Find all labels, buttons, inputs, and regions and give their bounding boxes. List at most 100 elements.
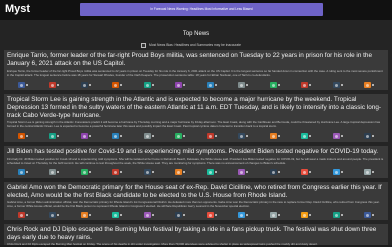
bias-dot-icon bbox=[246, 171, 249, 173]
bias-dot-icon bbox=[25, 135, 28, 137]
source-logo-icon bbox=[238, 169, 246, 175]
news-source-icon[interactable] bbox=[80, 212, 91, 218]
source-logo-icon bbox=[269, 133, 277, 139]
news-source-icon[interactable] bbox=[332, 169, 343, 175]
source-logo-icon bbox=[269, 169, 277, 175]
source-logo-icon bbox=[301, 82, 309, 88]
source-logo-icon bbox=[206, 133, 214, 139]
news-source-icon[interactable] bbox=[112, 169, 123, 175]
news-source-icon[interactable] bbox=[112, 133, 123, 139]
source-logo-icon bbox=[238, 133, 246, 139]
news-source-icon[interactable] bbox=[206, 133, 217, 139]
bias-dot-icon bbox=[88, 84, 91, 86]
news-source-icon[interactable] bbox=[269, 212, 280, 218]
news-source-icon[interactable] bbox=[301, 169, 312, 175]
news-source-icon[interactable] bbox=[49, 169, 60, 175]
news-source-icon[interactable] bbox=[301, 212, 312, 218]
source-logo-icon bbox=[175, 82, 183, 88]
source-logo-icon bbox=[175, 169, 183, 175]
news-source-icon[interactable] bbox=[301, 82, 312, 88]
news-card[interactable]: Tropical Storm Lee is gaining strength i… bbox=[4, 94, 388, 142]
news-summary: First lady Dr. Jill Biden tested positiv… bbox=[7, 157, 384, 165]
news-source-icon[interactable] bbox=[143, 82, 154, 88]
news-headline[interactable]: Gabriel Amo won the Democratic primary f… bbox=[7, 184, 385, 200]
news-source-icon[interactable] bbox=[175, 82, 186, 88]
news-source-icon[interactable] bbox=[364, 133, 375, 139]
source-logo-icon bbox=[238, 212, 246, 218]
bias-dot-icon bbox=[151, 84, 154, 86]
news-source-icon[interactable] bbox=[175, 169, 186, 175]
news-source-icon[interactable] bbox=[143, 169, 154, 175]
news-card[interactable]: Jill Biden has tested positive for Covid… bbox=[4, 146, 388, 178]
bias-dot-icon bbox=[25, 171, 28, 173]
source-icons bbox=[7, 168, 385, 176]
news-source-icon[interactable] bbox=[332, 82, 343, 88]
news-source-icon[interactable] bbox=[49, 82, 60, 88]
news-source-icon[interactable] bbox=[238, 212, 249, 218]
source-logo-icon bbox=[49, 212, 57, 218]
news-source-icon[interactable] bbox=[143, 212, 154, 218]
news-card[interactable]: Gabriel Amo won the Democratic primary f… bbox=[4, 182, 388, 220]
bias-dot-icon bbox=[340, 84, 343, 86]
news-source-icon[interactable] bbox=[175, 133, 186, 139]
news-source-icon[interactable] bbox=[80, 82, 91, 88]
source-logo-icon bbox=[269, 212, 277, 218]
news-source-icon[interactable] bbox=[206, 82, 217, 88]
news-source-icon[interactable] bbox=[17, 212, 28, 218]
news-source-icon[interactable] bbox=[301, 133, 312, 139]
news-source-icon[interactable] bbox=[49, 133, 60, 139]
source-logo-icon bbox=[332, 133, 340, 139]
source-logo-icon bbox=[206, 82, 214, 88]
bias-dot-icon bbox=[340, 135, 343, 137]
news-source-icon[interactable] bbox=[269, 169, 280, 175]
bias-dot-icon bbox=[183, 84, 186, 86]
news-headline[interactable]: Jill Biden has tested positive for Covid… bbox=[7, 148, 385, 156]
filter-checkbox[interactable] bbox=[141, 42, 146, 48]
bias-dot-icon bbox=[151, 214, 154, 216]
filter-label: Most News Bias: Headlines and Summaries … bbox=[149, 43, 241, 47]
news-source-icon[interactable] bbox=[80, 169, 91, 175]
source-logo-icon bbox=[206, 169, 214, 175]
app-logo[interactable]: Myst bbox=[5, 3, 30, 15]
news-source-icon[interactable] bbox=[206, 212, 217, 218]
news-source-icon[interactable] bbox=[332, 133, 343, 139]
bias-dot-icon bbox=[340, 214, 343, 216]
news-source-icon[interactable] bbox=[332, 212, 343, 218]
bias-dot-icon bbox=[88, 214, 91, 216]
news-source-icon[interactable] bbox=[238, 82, 249, 88]
news-source-icon[interactable] bbox=[364, 169, 375, 175]
news-summary: Gabriel Amo, a former Biden administrati… bbox=[7, 200, 380, 208]
news-source-icon[interactable] bbox=[112, 82, 123, 88]
news-headline[interactable]: Tropical Storm Lee is gaining strength i… bbox=[7, 96, 385, 119]
news-source-icon[interactable] bbox=[269, 133, 280, 139]
news-source-icon[interactable] bbox=[206, 169, 217, 175]
news-source-icon[interactable] bbox=[364, 212, 375, 218]
bias-dot-icon bbox=[309, 171, 312, 173]
bias-filter[interactable]: Most News Bias: Headlines and Summaries … bbox=[141, 42, 241, 48]
bias-dot-icon bbox=[277, 84, 280, 86]
bias-dot-icon bbox=[246, 84, 249, 86]
news-source-icon[interactable] bbox=[80, 133, 91, 139]
news-source-icon[interactable] bbox=[17, 82, 28, 88]
news-source-icon[interactable] bbox=[17, 133, 28, 139]
news-source-icon[interactable] bbox=[17, 169, 28, 175]
news-card[interactable]: Enrique Tarrio, former leader of the far… bbox=[4, 50, 388, 90]
news-source-icon[interactable] bbox=[238, 169, 249, 175]
news-source-icon[interactable] bbox=[364, 82, 375, 88]
news-source-icon[interactable] bbox=[238, 133, 249, 139]
news-source-icon[interactable] bbox=[49, 212, 60, 218]
news-headline[interactable]: Chris Rock and DJ Diplo escaped the Burn… bbox=[7, 226, 385, 242]
news-source-icon[interactable] bbox=[112, 212, 123, 218]
news-source-icon[interactable] bbox=[269, 82, 280, 88]
source-icons bbox=[7, 132, 385, 140]
bias-dot-icon bbox=[309, 84, 312, 86]
news-card[interactable]: Chris Rock and DJ Diplo escaped the Burn… bbox=[4, 224, 388, 246]
section-title: Top News bbox=[182, 31, 210, 37]
news-source-icon[interactable] bbox=[175, 212, 186, 218]
source-logo-icon bbox=[17, 212, 25, 218]
news-headline[interactable]: Enrique Tarrio, former leader of the far… bbox=[7, 52, 385, 68]
source-logo-icon bbox=[80, 169, 88, 175]
warning-banner: In Forecast News Warning: Headlines Most… bbox=[80, 3, 323, 16]
news-source-icon[interactable] bbox=[143, 133, 154, 139]
bias-dot-icon bbox=[151, 135, 154, 137]
